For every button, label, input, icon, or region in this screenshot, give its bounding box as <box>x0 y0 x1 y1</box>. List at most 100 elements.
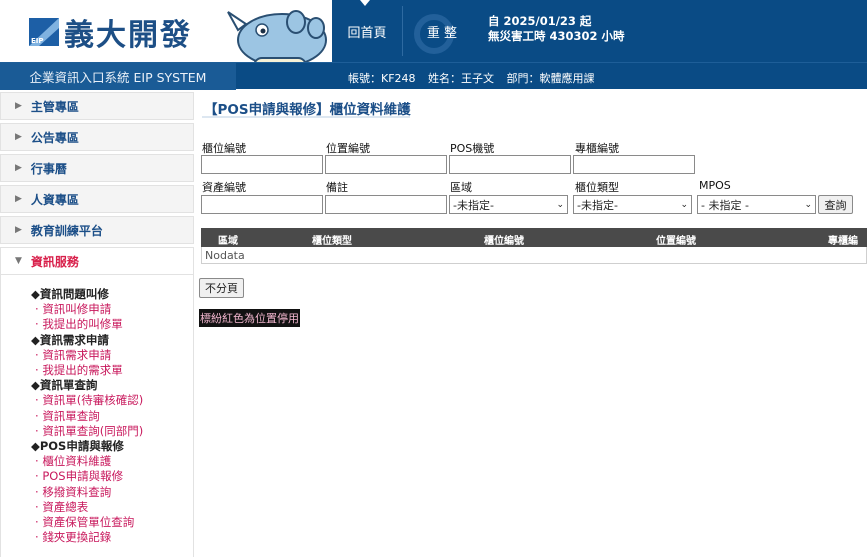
sidebar-item-label: 主管專區 <box>30 99 79 114</box>
mpos-select[interactable]: - 未指定 - ⌄ <box>697 195 816 214</box>
it-services-submenu: ◆資訊問題叫修 · 資訊叫修申請 · 我提出的叫修單 ◆資訊需求申請 · 資訊需… <box>0 275 194 557</box>
sidebar: ▶ 主管專區 ▶ 公告專區 ▶ 行事曆 ▶ 人資專區 ▶ 教育訓練平台 ▼ 資訊… <box>0 92 194 557</box>
submenu-group-title: ◆資訊需求申請 <box>31 332 109 347</box>
chevron-right-icon: ▶ <box>15 163 22 173</box>
submenu-link[interactable]: · 櫃位資料維護 <box>31 454 193 469</box>
submenu-link[interactable]: · 資訊需求申請 <box>31 348 193 363</box>
sidebar-item-announcements[interactable]: ▶ 公告專區 <box>0 123 194 151</box>
query-button[interactable]: 查詢 <box>818 195 853 214</box>
chevron-down-icon: ▼ <box>15 256 22 266</box>
results-table-header: 區域 櫃位類型 櫃位編號 位置編號 專櫃編號 <box>201 228 867 262</box>
column-header: 區域 <box>218 236 238 247</box>
sidebar-item-it-services[interactable]: ▼ 資訊服務 <box>0 247 194 275</box>
safety-status-date: 自 2025/01/23 起 <box>488 14 592 28</box>
submenu-link[interactable]: · 資產保管單位查詢 <box>31 515 193 530</box>
nav-divider <box>402 6 403 56</box>
counter-type-select[interactable]: -未指定- ⌄ <box>573 195 692 214</box>
submenu-link[interactable]: · 資產總表 <box>31 500 193 515</box>
booth-no-input[interactable] <box>573 155 695 174</box>
submenu-link-label: 資訊需求申請 <box>42 347 112 362</box>
main-content: 【POS申請與報修】櫃位資料維護 櫃位編號 位置編號 POS機號 專櫃編號 資產… <box>198 92 867 557</box>
user-account: 帳號：KF248 <box>348 72 416 85</box>
counter-no-label: 櫃位編號 <box>202 142 246 155</box>
chevron-right-icon: ▶ <box>15 101 22 111</box>
title-underline <box>202 116 410 118</box>
column-header: 櫃位編號 <box>484 236 524 247</box>
counter-no-input[interactable] <box>201 155 323 174</box>
area-select[interactable]: -未指定- ⌄ <box>449 195 568 214</box>
chevron-right-icon: ▶ <box>15 194 22 204</box>
location-no-label: 位置編號 <box>326 142 370 155</box>
svg-text:EIP: EIP <box>31 37 44 45</box>
location-no-input[interactable] <box>325 155 447 174</box>
logo-area: EIP 義大開發 <box>0 0 332 87</box>
counter-type-select-value: -未指定- <box>577 198 618 212</box>
remark-input[interactable] <box>325 195 447 214</box>
company-logo-text: 義大開發 <box>64 18 192 53</box>
no-paging-button[interactable]: 不分頁 <box>199 278 244 298</box>
user-dept: 部門：軟體應用課 <box>506 72 595 85</box>
user-info: 帳號：KF248 姓名：王子文 部門：軟體應用課 <box>348 70 604 86</box>
submenu-link[interactable]: · 我提出的需求單 <box>31 363 193 378</box>
sidebar-item-label: 教育訓練平台 <box>30 223 103 238</box>
submenu-link-label: 資訊單查詢(同部門) <box>42 423 144 438</box>
submenu-link-label: 資訊叫修申請 <box>42 302 112 317</box>
chevron-down-icon: ⌄ <box>804 199 812 210</box>
booth-no-label: 專櫃編號 <box>575 142 619 155</box>
submenu-link-label: 資產總表 <box>42 499 89 514</box>
submenu-link-label: 資訊單查詢 <box>42 408 100 423</box>
remark-label: 備註 <box>326 181 348 194</box>
sidebar-item-hr[interactable]: ▶ 人資專區 <box>0 185 194 213</box>
counter-type-label: 櫃位類型 <box>575 181 619 194</box>
area-select-value: -未指定- <box>453 198 494 212</box>
chevron-right-icon: ▶ <box>15 132 22 142</box>
mpos-label: MPOS <box>699 179 731 192</box>
safety-status: 自 2025/01/23 起 無災害工時 430302 小時 <box>488 14 625 44</box>
area-label: 區域 <box>450 181 472 194</box>
asset-no-input[interactable] <box>201 195 323 214</box>
safety-status-hours: 無災害工時 430302 小時 <box>488 29 625 43</box>
submenu-link-label: 櫃位資料維護 <box>42 454 112 469</box>
top-nav: 回首頁 重 整 自 2025/01/23 起 無災害工時 430302 小時 <box>332 0 867 62</box>
home-link[interactable]: 回首頁 <box>332 0 402 62</box>
sidebar-item-label: 人資專區 <box>30 192 79 207</box>
pos-no-input[interactable] <box>449 155 571 174</box>
chevron-right-icon: ▶ <box>15 225 22 235</box>
submenu-link-label: POS申請與報修 <box>42 469 124 484</box>
submenu-link-label: 錢夾更換記錄 <box>42 530 112 545</box>
submenu-link[interactable]: · 資訊單查詢(同部門) <box>31 424 193 439</box>
submenu-link-label: 我提出的叫修單 <box>42 317 123 332</box>
sidebar-item-manager[interactable]: ▶ 主管專區 <box>0 92 194 120</box>
column-header: 位置編號 <box>656 236 696 247</box>
legend-note: 標紛紅色為位置停用 <box>199 309 300 327</box>
submenu-link-label: 移撥資料查詢 <box>42 484 112 499</box>
submenu-link[interactable]: · 錢夾更換記錄 <box>31 530 193 545</box>
chevron-down-icon: ⌄ <box>556 199 564 210</box>
submenu-link[interactable]: · POS申請與報修 <box>31 469 193 484</box>
page-title: 【POS申請與報修】櫃位資料維護 <box>204 102 411 118</box>
submenu-group-title: ◆資訊問題叫修 <box>31 287 109 301</box>
submenu-link-label: 資訊單(待審核確認) <box>42 393 144 408</box>
header: EIP 義大開發 回首頁 重 整 自 2025/01/23 起 無災害工時 43… <box>0 0 867 90</box>
submenu-link[interactable]: · 資訊單查詢 <box>31 409 193 424</box>
submenu-link[interactable]: · 我提出的叫修單 <box>31 317 193 332</box>
submenu-link[interactable]: · 資訊單(待審核確認) <box>31 393 193 408</box>
user-name: 姓名：王子文 <box>428 72 495 85</box>
sidebar-item-training[interactable]: ▶ 教育訓練平台 <box>0 216 194 244</box>
submenu-group-title: ◆POS申請與報修 <box>31 439 124 454</box>
sidebar-item-label: 行事曆 <box>30 161 67 176</box>
results-empty-row: Nodata <box>201 247 867 264</box>
system-name: 企業資訊入口系統 EIP SYSTEM <box>0 63 236 90</box>
sidebar-item-label: 資訊服務 <box>30 254 79 269</box>
sidebar-item-label: 公告專區 <box>30 130 79 145</box>
pos-no-label: POS機號 <box>450 142 495 155</box>
mpos-select-value: - 未指定 - <box>701 198 749 212</box>
submenu-link-label: 資產保管單位查詢 <box>42 515 135 530</box>
submenu-link[interactable]: · 資訊叫修申請 <box>31 302 193 317</box>
reload-button[interactable]: 重 整 <box>404 0 480 62</box>
sidebar-item-calendar[interactable]: ▶ 行事曆 <box>0 154 194 182</box>
submenu-link-label: 我提出的需求單 <box>42 363 123 378</box>
submenu-group-title: ◆資訊單查詢 <box>31 378 98 393</box>
asset-no-label: 資產編號 <box>202 181 246 194</box>
submenu-link[interactable]: · 移撥資料查詢 <box>31 485 193 500</box>
